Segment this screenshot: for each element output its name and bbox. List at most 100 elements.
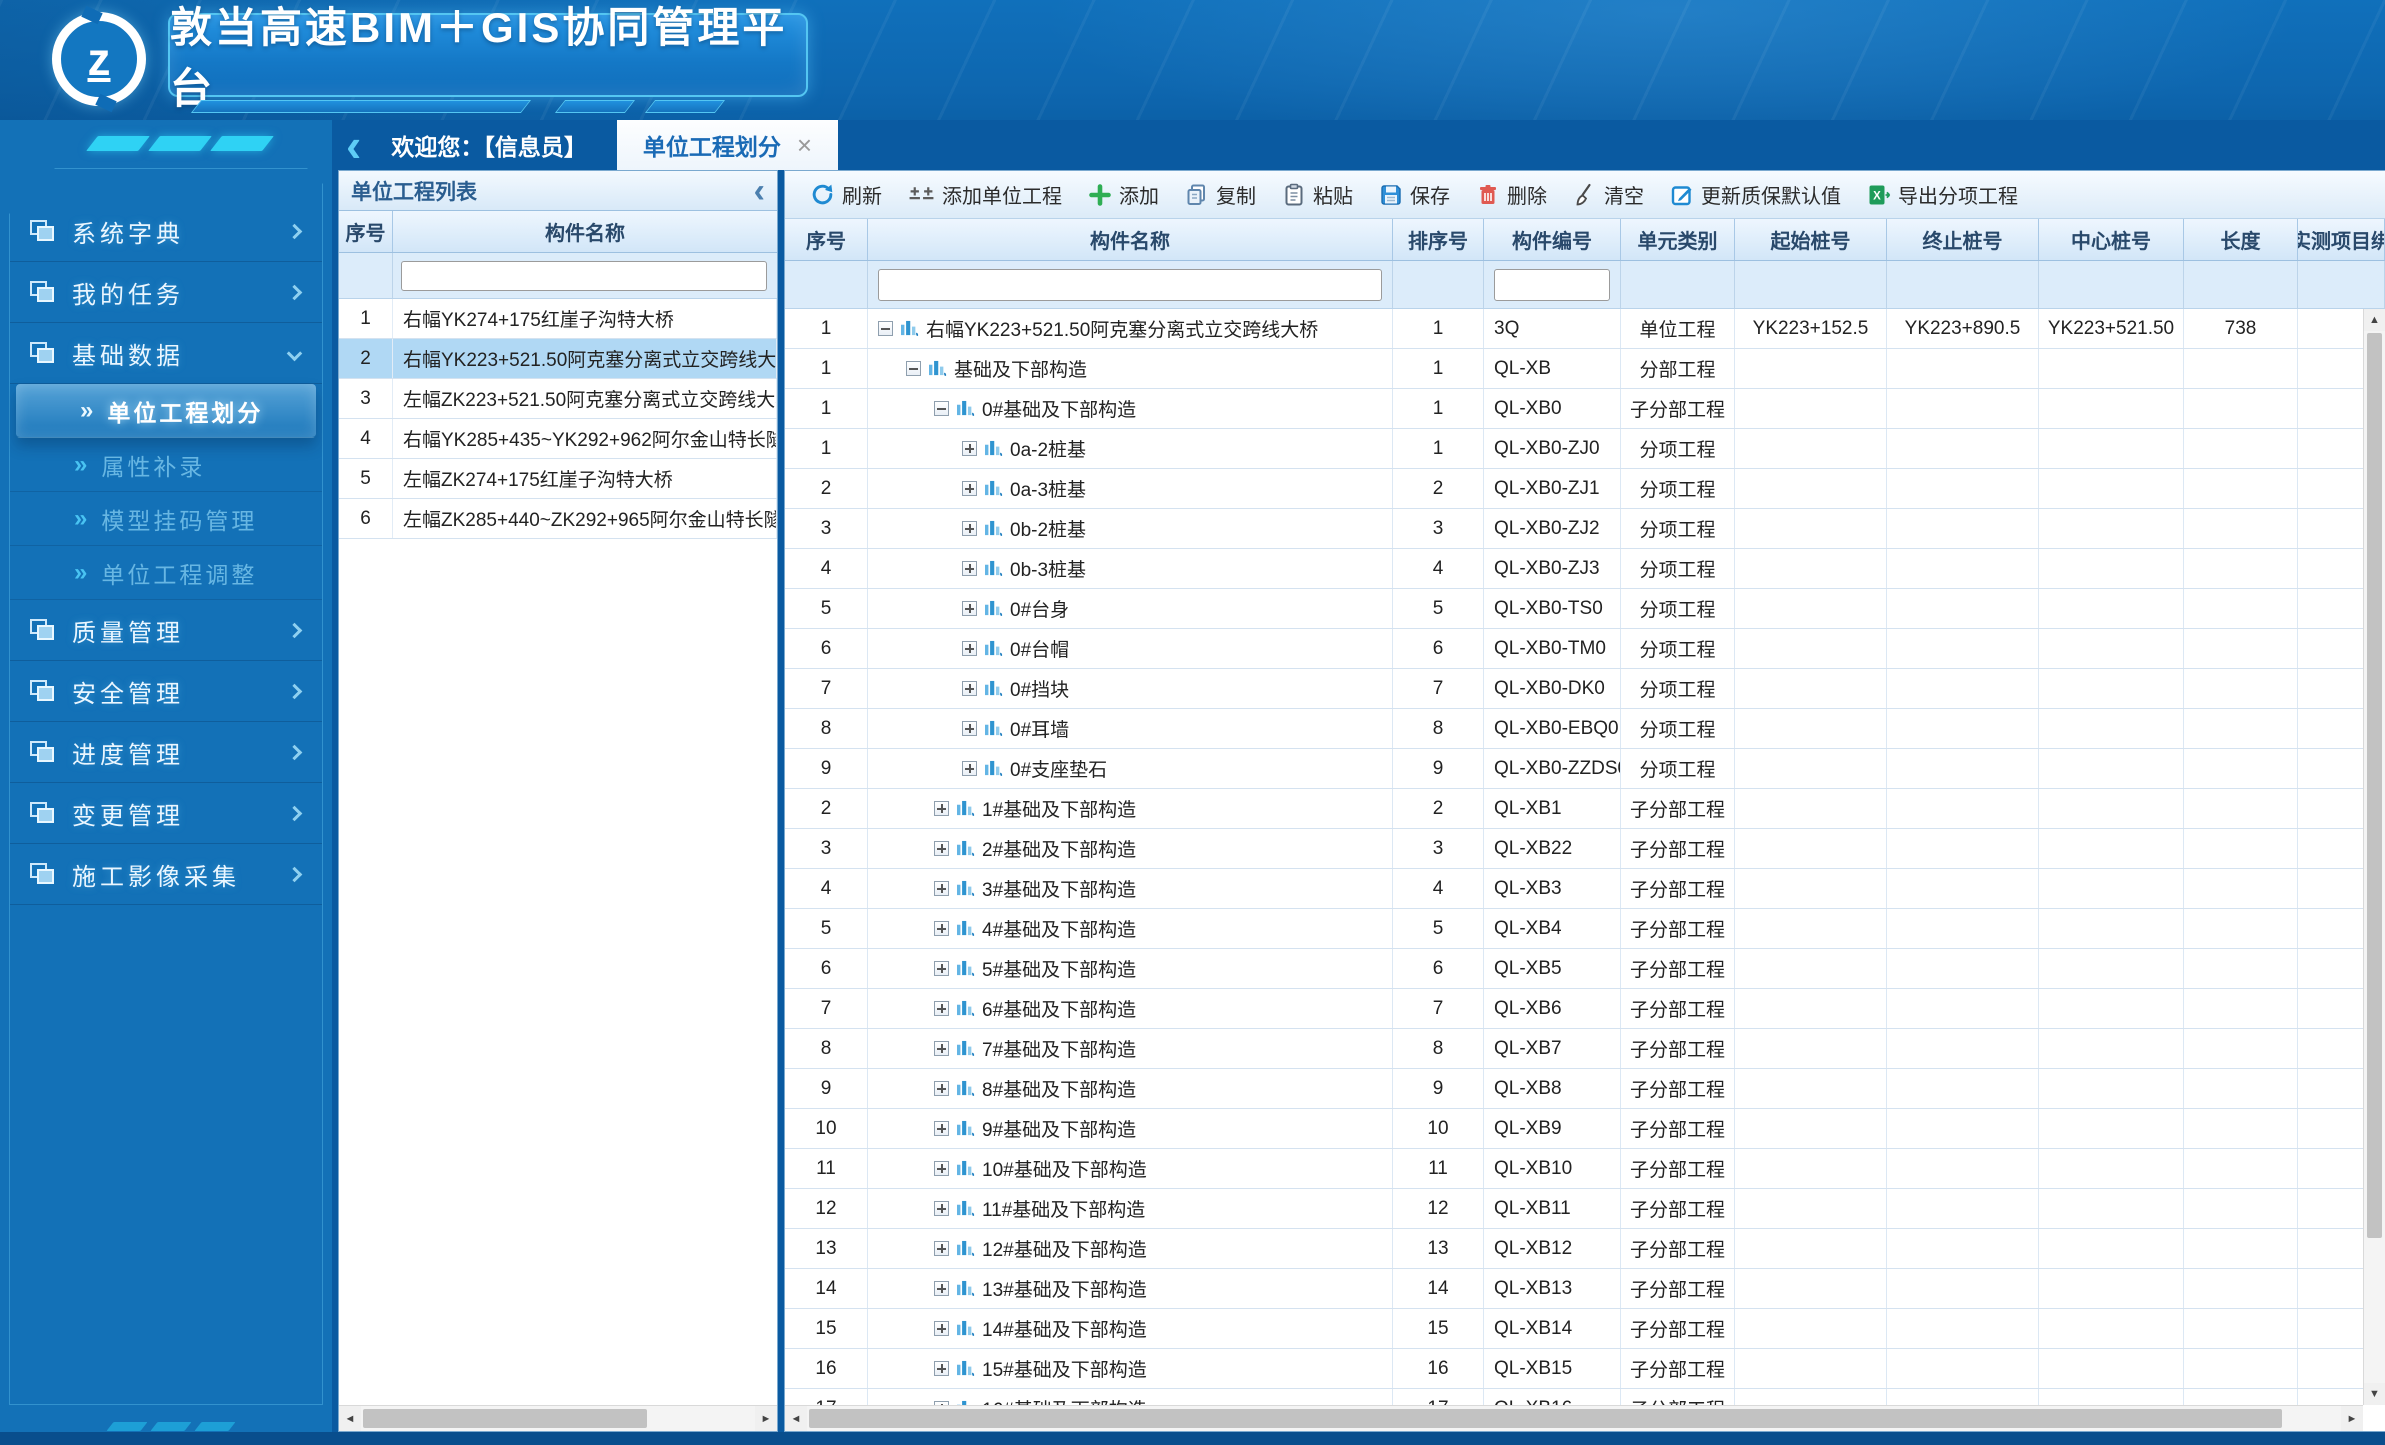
sidebar-item-change-management[interactable]: 变更管理 <box>10 783 322 844</box>
scrollbar-thumb[interactable] <box>363 1409 647 1428</box>
expand-icon[interactable] <box>934 961 949 976</box>
expand-icon[interactable] <box>934 841 949 856</box>
expand-icon[interactable] <box>934 1321 949 1336</box>
expand-icon[interactable] <box>934 1161 949 1176</box>
table-row[interactable]: 109#基础及下部构造10QL-XB9子分部工程 <box>785 1109 2385 1149</box>
table-row[interactable]: 76#基础及下部构造7QL-XB6子分部工程 <box>785 989 2385 1029</box>
clear-button[interactable]: 清空 <box>1562 176 1655 213</box>
panel-collapse-icon[interactable]: ‹ <box>754 181 765 201</box>
collapse-icon[interactable] <box>934 401 949 416</box>
table-column-header-3[interactable]: 构件编号 <box>1484 219 1621 260</box>
sidebar-subitem-model-code-management[interactable]: »模型挂码管理 <box>10 492 322 546</box>
table-column-header-2[interactable]: 排序号 <box>1393 219 1484 260</box>
sidebar-subitem-unit-project-division[interactable]: »单位工程划分 <box>16 384 316 438</box>
scroll-right-icon[interactable]: ► <box>2341 1406 2363 1431</box>
table-column-header-8[interactable]: 长度 <box>2184 219 2298 260</box>
table-row[interactable]: 30b-2桩基3QL-XB0-ZJ2分项工程 <box>785 509 2385 549</box>
expand-icon[interactable] <box>962 721 977 736</box>
copy-button[interactable]: 复制 <box>1174 176 1267 213</box>
refresh-button[interactable]: 刷新 <box>799 176 893 213</box>
table-row[interactable]: 1基础及下部构造1QL-XB分部工程 <box>785 349 2385 389</box>
table-column-header-4[interactable]: 单元类别 <box>1621 219 1735 260</box>
unit-list-row[interactable]: 2右幅YK223+521.50阿克塞分离式立交跨线大桥 <box>339 339 777 379</box>
sidebar-subitem-unit-project-adjustment[interactable]: »单位工程调整 <box>10 546 322 600</box>
table-row[interactable]: 80#耳墙8QL-XB0-EBQ0分项工程 <box>785 709 2385 749</box>
component-name-filter-input[interactable] <box>878 269 1382 301</box>
table-row[interactable]: 43#基础及下部构造4QL-XB3子分部工程 <box>785 869 2385 909</box>
table-row[interactable]: 1514#基础及下部构造15QL-XB14子分部工程 <box>785 1309 2385 1349</box>
scrollbar-thumb[interactable] <box>809 1409 2282 1428</box>
table-column-header-1[interactable]: 构件名称 <box>868 219 1393 260</box>
add-button[interactable]: 添加 <box>1077 176 1170 213</box>
table-row[interactable]: 1312#基础及下部构造13QL-XB12子分部工程 <box>785 1229 2385 1269</box>
unit-list-row[interactable]: 5左幅ZK274+175红崖子沟特大桥 <box>339 459 777 499</box>
unit-list-horizontal-scrollbar[interactable]: ◄ ► <box>339 1405 777 1431</box>
expand-icon[interactable] <box>962 681 977 696</box>
expand-icon[interactable] <box>934 1001 949 1016</box>
delete-button[interactable]: 删除 <box>1465 176 1558 213</box>
table-row[interactable]: 54#基础及下部构造5QL-XB4子分部工程 <box>785 909 2385 949</box>
scroll-left-icon[interactable]: ◄ <box>339 1406 361 1431</box>
expand-icon[interactable] <box>962 441 977 456</box>
table-row[interactable]: 98#基础及下部构造9QL-XB8子分部工程 <box>785 1069 2385 1109</box>
scroll-down-icon[interactable]: ▼ <box>2364 1383 2385 1405</box>
table-column-header-5[interactable]: 起始桩号 <box>1735 219 1887 260</box>
table-row[interactable]: 1413#基础及下部构造14QL-XB13子分部工程 <box>785 1269 2385 1309</box>
expand-icon[interactable] <box>934 881 949 896</box>
scroll-up-icon[interactable]: ▲ <box>2364 309 2385 331</box>
expand-icon[interactable] <box>962 761 977 776</box>
table-column-header-6[interactable]: 终止桩号 <box>1887 219 2039 260</box>
unit-list-row[interactable]: 4右幅YK285+435~YK292+962阿尔金山特长隧道 <box>339 419 777 459</box>
expand-icon[interactable] <box>962 481 977 496</box>
unit-name-filter-input[interactable] <box>401 261 767 291</box>
table-row[interactable]: 87#基础及下部构造8QL-XB7子分部工程 <box>785 1029 2385 1069</box>
table-row[interactable]: 1110#基础及下部构造11QL-XB10子分部工程 <box>785 1149 2385 1189</box>
expand-icon[interactable] <box>934 921 949 936</box>
table-column-header-0[interactable]: 序号 <box>785 219 868 260</box>
scroll-left-icon[interactable]: ◄ <box>785 1406 807 1431</box>
expand-icon[interactable] <box>962 561 977 576</box>
table-row[interactable]: 32#基础及下部构造3QL-XB22子分部工程 <box>785 829 2385 869</box>
table-row[interactable]: 60#台帽6QL-XB0-TM0分项工程 <box>785 629 2385 669</box>
table-row[interactable]: 10a-2桩基1QL-XB0-ZJ0分项工程 <box>785 429 2385 469</box>
export-subitem-projects-button[interactable]: X导出分项工程 <box>1856 176 2029 213</box>
paste-button[interactable]: 粘贴 <box>1271 176 1364 213</box>
scrollbar-thumb[interactable] <box>2367 333 2382 1238</box>
expand-icon[interactable] <box>934 1401 949 1405</box>
table-row[interactable]: 21#基础及下部构造2QL-XB1子分部工程 <box>785 789 2385 829</box>
unit-list-column-header-0[interactable]: 序号 <box>339 211 393 252</box>
expand-icon[interactable] <box>962 601 977 616</box>
expand-icon[interactable] <box>962 641 977 656</box>
tab-welcome[interactable]: 欢迎您：【信息员】 <box>361 120 617 170</box>
expand-icon[interactable] <box>934 1121 949 1136</box>
collapse-icon[interactable] <box>906 361 921 376</box>
unit-list-row[interactable]: 3左幅ZK223+521.50阿克塞分离式立交跨线大桥 <box>339 379 777 419</box>
table-row[interactable]: 10#基础及下部构造1QL-XB0子分部工程 <box>785 389 2385 429</box>
save-button[interactable]: 保存 <box>1368 176 1461 213</box>
add-unit-project-button[interactable]: 添加单位工程 <box>897 176 1073 213</box>
table-row[interactable]: 20a-3桩基2QL-XB0-ZJ1分项工程 <box>785 469 2385 509</box>
update-quality-defaults-button[interactable]: 更新质保默认值 <box>1659 176 1852 213</box>
sidebar-subitem-attribute-supplement[interactable]: »属性补录 <box>10 438 322 492</box>
scroll-right-icon[interactable]: ► <box>755 1406 777 1431</box>
expand-icon[interactable] <box>934 1041 949 1056</box>
expand-icon[interactable] <box>934 1241 949 1256</box>
expand-icon[interactable] <box>962 521 977 536</box>
expand-icon[interactable] <box>934 1361 949 1376</box>
unit-list-row[interactable]: 1右幅YK274+175红崖子沟特大桥 <box>339 299 777 339</box>
table-row[interactable]: 1716#基础及下部构造17QL-XB16子分部工程 <box>785 1389 2385 1405</box>
table-column-header-9[interactable]: 实测项目绑 <box>2298 219 2385 260</box>
table-vertical-scrollbar[interactable]: ▲ ▼ <box>2363 309 2385 1405</box>
table-row[interactable]: 1右幅YK223+521.50阿克塞分离式立交跨线大桥13Q单位工程YK223+… <box>785 309 2385 349</box>
sidebar-item-system-dictionary[interactable]: 系统字典 <box>10 201 322 262</box>
collapse-icon[interactable] <box>878 321 893 336</box>
table-row[interactable]: 50#台身5QL-XB0-TS0分项工程 <box>785 589 2385 629</box>
expand-icon[interactable] <box>934 1201 949 1216</box>
component-code-filter-input[interactable] <box>1494 269 1610 301</box>
sidebar-item-construction-image-collection[interactable]: 施工影像采集 <box>10 844 322 905</box>
expand-icon[interactable] <box>934 1281 949 1296</box>
table-row[interactable]: 1211#基础及下部构造12QL-XB11子分部工程 <box>785 1189 2385 1229</box>
sidebar-item-basic-data[interactable]: 基础数据 <box>10 323 322 384</box>
sidebar-item-quality-management[interactable]: 质量管理 <box>10 600 322 661</box>
table-row[interactable]: 70#挡块7QL-XB0-DK0分项工程 <box>785 669 2385 709</box>
